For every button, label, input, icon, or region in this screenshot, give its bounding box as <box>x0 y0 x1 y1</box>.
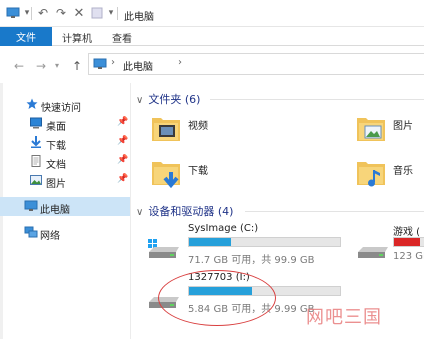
drive-usage-bar <box>393 237 424 247</box>
drive-label[interactable]: 游戏 ( <box>393 223 420 238</box>
sidebar-item-documents[interactable]: 文档 📌 <box>0 152 130 171</box>
delete-icon[interactable]: ✕ <box>72 6 86 21</box>
breadcrumb-chevron-icon[interactable]: › <box>111 57 115 68</box>
sidebar-item-pictures[interactable]: 图片 📌 <box>0 171 130 190</box>
section-header-folders[interactable]: ∨ 文件夹 (6) <box>136 91 200 107</box>
folder-label[interactable]: 下载 <box>188 162 208 177</box>
window-title: 此电脑 <box>124 12 154 23</box>
drive-free-space: 123 GB <box>393 251 424 262</box>
redo-icon[interactable]: ↷ <box>54 6 68 20</box>
forward-icon[interactable]: → <box>36 59 46 73</box>
recent-dropdown-icon[interactable]: ▾ <box>55 61 59 70</box>
drive-usage-fill <box>394 238 420 246</box>
pin-icon[interactable]: 📌 <box>117 155 128 165</box>
drive-usage-fill <box>189 238 232 246</box>
sidebar-item-label: 图片 <box>46 179 66 190</box>
section-header-devices[interactable]: ∨ 设备和驱动器 (4) <box>136 203 233 219</box>
pc-icon <box>24 200 38 212</box>
sidebar-item-quick-access[interactable]: 快速访问 <box>0 95 130 114</box>
breadcrumb-this-pc[interactable]: 此电脑 <box>123 58 153 73</box>
pin-icon[interactable]: 📌 <box>117 174 128 184</box>
customize-dropdown-icon[interactable]: ▾ <box>104 6 118 20</box>
sidebar-item-downloads[interactable]: 下载 📌 <box>0 133 130 152</box>
sidebar-item-label: 桌面 <box>46 122 66 133</box>
pin-icon[interactable]: 📌 <box>117 117 128 127</box>
network-icon <box>24 226 38 238</box>
pc-icon <box>6 6 20 20</box>
sidebar-item-label: 文档 <box>46 160 66 171</box>
pictures-folder-icon[interactable] <box>356 114 386 142</box>
highlight-annotation <box>158 270 276 326</box>
drive-icon[interactable] <box>355 236 389 258</box>
section-title: 文件夹 (6) <box>148 93 201 106</box>
sidebar-item-desktop[interactable]: 桌面 📌 <box>0 114 130 133</box>
breadcrumb-chevron-icon[interactable]: › <box>178 57 182 68</box>
desktop-icon <box>30 117 42 129</box>
address-bar[interactable]: › 此电脑 › <box>88 53 424 75</box>
pictures-icon <box>30 174 42 186</box>
section-title: 设备和驱动器 (4) <box>148 205 234 218</box>
sidebar-item-label: 网络 <box>40 231 60 242</box>
drive-label[interactable]: SysImage (C:) <box>188 223 258 234</box>
folder-label[interactable]: 音乐 <box>393 162 413 177</box>
collapse-icon[interactable]: ∨ <box>136 207 143 218</box>
star-icon <box>26 98 38 110</box>
sidebar-item-label: 下载 <box>46 141 66 152</box>
download-icon <box>30 136 42 148</box>
properties-icon[interactable] <box>90 6 104 20</box>
windows-drive-icon[interactable] <box>146 236 180 258</box>
sidebar-item-label: 快速访问 <box>41 103 81 114</box>
navigation-pane: 快速访问 桌面 📌 下载 📌 文档 📌 图片 📌 此电脑 网络 <box>0 83 130 339</box>
videos-folder-icon[interactable] <box>151 114 181 142</box>
sidebar-item-network[interactable]: 网络 <box>0 223 130 242</box>
tab-file[interactable]: 文件 <box>0 27 52 46</box>
title-bar: ▾ ↶ ↷ ✕ ▾ 此电脑 <box>0 0 424 27</box>
address-row: ← → ▾ ↑ › 此电脑 › <box>0 47 424 83</box>
tab-view[interactable]: 查看 <box>112 30 132 45</box>
documents-icon <box>30 155 42 167</box>
sidebar-item-label: 此电脑 <box>40 205 70 216</box>
sidebar-item-this-pc[interactable]: 此电脑 <box>0 197 130 216</box>
pin-icon[interactable]: 📌 <box>117 136 128 146</box>
collapse-icon[interactable]: ∨ <box>136 95 143 106</box>
up-icon[interactable]: ↑ <box>72 59 82 73</box>
downloads-folder-icon[interactable] <box>151 158 181 189</box>
music-folder-icon[interactable] <box>356 158 386 187</box>
address-pc-icon <box>93 58 107 73</box>
drive-usage-bar <box>188 237 341 247</box>
folder-label[interactable]: 图片 <box>393 117 413 132</box>
ribbon-tabs: 文件 计算机 查看 <box>0 27 424 46</box>
tab-computer[interactable]: 计算机 <box>62 30 92 45</box>
undo-icon[interactable]: ↶ <box>36 6 50 20</box>
folder-label[interactable]: 视频 <box>188 117 208 132</box>
drive-free-space: 71.7 GB 可用，共 99.9 GB <box>188 255 315 266</box>
back-icon[interactable]: ← <box>14 59 24 73</box>
watermark-logo: 网吧三国 <box>306 307 382 328</box>
